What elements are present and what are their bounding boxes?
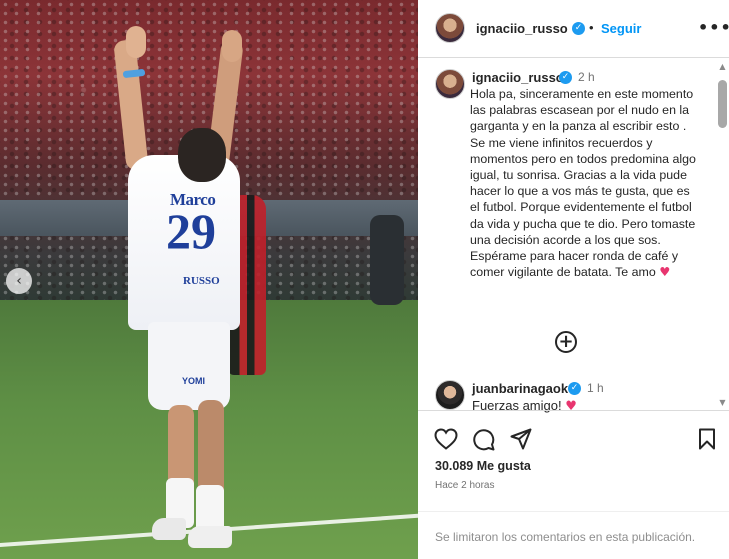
share-icon[interactable] xyxy=(510,428,532,450)
heart-icon[interactable] xyxy=(434,428,458,450)
comments-limited-text: Se limitaron los comentarios en esta pub… xyxy=(435,530,696,544)
background-referee xyxy=(370,215,404,305)
caption-time: 2 h xyxy=(578,70,595,84)
post-photo: Marco 29 RUSSO YOMI ‹ xyxy=(0,0,418,559)
comment-time: 1 h xyxy=(587,381,604,395)
shirt-number: 29 xyxy=(166,203,216,259)
post-header: ignaciio_russo ✓ • Seguir ••• xyxy=(418,0,729,58)
comment-icon[interactable] xyxy=(472,428,495,451)
separator-dot: • xyxy=(589,20,594,35)
more-options-icon[interactable]: ••• xyxy=(698,18,729,37)
post-actions: 30.089 Me gusta Hace 2 horas Se limitaro… xyxy=(418,410,729,559)
player-right-hand xyxy=(222,30,242,62)
comments-limited-bar: Se limitaron los comentarios en esta pub… xyxy=(418,511,729,559)
chevron-left-icon[interactable]: ‹ xyxy=(6,268,32,294)
player-head xyxy=(178,128,226,182)
scroll-down-icon[interactable]: ▼ xyxy=(717,398,728,408)
comments-scrollbar[interactable]: ▲ ▼ xyxy=(716,62,729,410)
follow-button[interactable]: Seguir xyxy=(601,21,641,36)
verified-icon: ✓ xyxy=(568,382,581,395)
likes-count[interactable]: 30.089 Me gusta xyxy=(435,459,531,473)
bookmark-icon[interactable] xyxy=(698,428,716,450)
scroll-up-icon[interactable]: ▲ xyxy=(717,62,728,72)
scroll-thumb[interactable] xyxy=(718,80,727,128)
post-time[interactable]: Hace 2 horas xyxy=(435,480,494,491)
player-right-boot xyxy=(188,526,232,548)
comment-avatar[interactable] xyxy=(435,380,465,410)
caption-avatar[interactable] xyxy=(435,69,465,99)
caption-text: Hola pa, sinceramente en este momento la… xyxy=(470,86,696,280)
post-side-panel: ignaciio_russo ✓ • Seguir ••• ignaciio_r… xyxy=(418,0,729,559)
caption-username[interactable]: ignaciio_russo xyxy=(472,70,564,85)
avatar[interactable] xyxy=(435,13,465,43)
caption-body: Hola pa, sinceramente en este momento la… xyxy=(470,87,696,280)
shorts-logo: YOMI xyxy=(182,376,206,386)
shirt-surname: RUSSO xyxy=(183,275,220,287)
player-shorts xyxy=(148,322,230,410)
load-more-comments-icon[interactable]: + xyxy=(555,331,577,353)
player-left-hand xyxy=(126,26,146,58)
player-left-boot xyxy=(152,518,186,540)
header-username[interactable]: ignaciio_russo xyxy=(476,21,568,36)
heart-emoji: ♥ xyxy=(659,264,671,280)
verified-icon: ✓ xyxy=(572,22,585,35)
comment-username[interactable]: juanbarinagaok xyxy=(472,381,568,396)
verified-icon: ✓ xyxy=(559,71,572,84)
